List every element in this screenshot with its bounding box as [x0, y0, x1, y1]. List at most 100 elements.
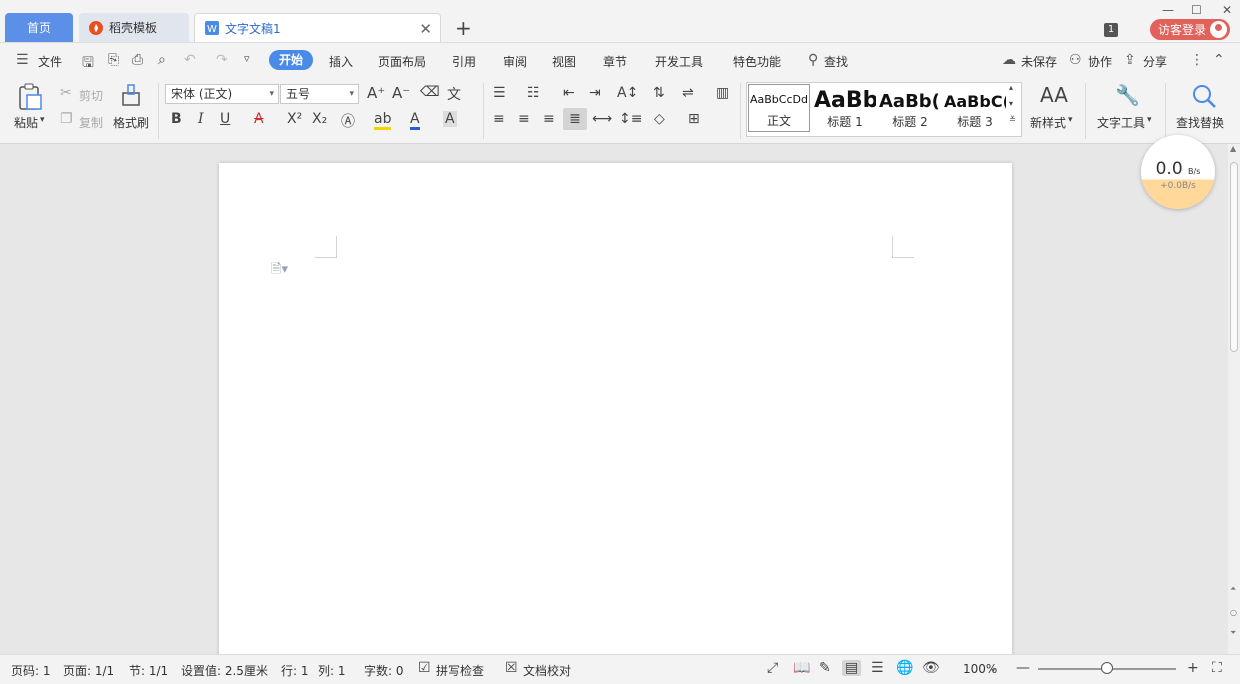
- search-icon[interactable]: ⚲: [808, 52, 818, 68]
- subscript-icon[interactable]: X₂: [312, 111, 327, 127]
- highlight-icon[interactable]: ab: [374, 111, 392, 130]
- tab-chapter[interactable]: 章节: [603, 53, 627, 70]
- close-tab-icon[interactable]: ✕: [419, 20, 432, 38]
- collaborate-button[interactable]: 协作: [1088, 53, 1112, 70]
- restore-button[interactable]: ☐: [1191, 3, 1202, 17]
- next-page-icon[interactable]: ⏷: [1230, 628, 1236, 638]
- zoom-slider-handle[interactable]: [1101, 662, 1113, 674]
- document-page[interactable]: 🗎▾: [219, 163, 1012, 663]
- status-word-count[interactable]: 字数: 0: [364, 662, 404, 679]
- superscript-icon[interactable]: X²: [287, 111, 302, 127]
- print-icon[interactable]: ⎙: [132, 52, 143, 68]
- distribute-icon[interactable]: ⟷: [592, 111, 612, 127]
- paste-options-icon[interactable]: 🗎▾: [271, 260, 288, 282]
- tab-home[interactable]: 首页: [5, 13, 73, 42]
- share-button[interactable]: 分享: [1143, 53, 1167, 70]
- text-effect-icon[interactable]: Ⓐ: [341, 111, 355, 131]
- gallery-expand-icon[interactable]: ≚: [1009, 115, 1016, 124]
- outline-view-icon[interactable]: ☰: [871, 660, 884, 676]
- tab-document[interactable]: W 文字文稿1 ✕: [194, 13, 441, 42]
- borders-icon[interactable]: ⊞: [688, 111, 700, 127]
- page-view-icon[interactable]: ▤: [842, 660, 862, 676]
- new-style-dropdown-icon[interactable]: ▾: [1068, 115, 1073, 125]
- status-setting[interactable]: 设置值: 2.5厘米: [181, 662, 268, 679]
- text-direction-icon[interactable]: A↕: [617, 85, 638, 101]
- redo-icon[interactable]: ↷: [216, 52, 228, 68]
- style-normal[interactable]: AaBbCcDd 正文: [748, 84, 810, 132]
- justify-icon[interactable]: ≣: [563, 108, 587, 130]
- clear-format-icon[interactable]: ⌫: [420, 84, 440, 100]
- underline-icon[interactable]: U: [220, 111, 230, 127]
- tab-developer[interactable]: 开发工具: [655, 53, 703, 70]
- file-menu[interactable]: 文件: [38, 53, 62, 70]
- tab-references[interactable]: 引用: [452, 53, 476, 70]
- find-replace-button[interactable]: 查找替换: [1176, 114, 1224, 131]
- tab-start[interactable]: 开始: [269, 50, 313, 70]
- new-tab-button[interactable]: +: [455, 16, 472, 40]
- fullscreen-icon[interactable]: ⤢: [767, 660, 778, 676]
- decrease-indent-icon[interactable]: ⇤: [563, 85, 575, 101]
- line-spacing-icon[interactable]: ↕≡: [619, 111, 642, 127]
- tab-page-layout[interactable]: 页面布局: [378, 53, 426, 70]
- text-tools-button[interactable]: 文字工具: [1097, 114, 1145, 131]
- status-row[interactable]: 行: 1: [281, 662, 309, 679]
- scroll-up-icon[interactable]: ▲: [1230, 144, 1236, 153]
- tab-review[interactable]: 审阅: [503, 53, 527, 70]
- shrink-font-icon[interactable]: A⁻: [392, 84, 410, 102]
- print-preview-icon[interactable]: ⌕: [158, 52, 166, 68]
- proofread-button[interactable]: 文档校对: [523, 662, 571, 679]
- more-options-icon[interactable]: ⋮: [1190, 52, 1204, 68]
- save-icon[interactable]: 🖫: [82, 52, 94, 76]
- fit-page-icon[interactable]: ⛶: [1212, 660, 1222, 676]
- guest-login-button[interactable]: 访客登录: [1150, 19, 1230, 40]
- text-tools-dropdown-icon[interactable]: ▾: [1147, 115, 1152, 125]
- new-style-icon[interactable]: AA: [1040, 83, 1068, 107]
- columns-icon[interactable]: ▥: [716, 85, 729, 101]
- tab-view[interactable]: 视图: [552, 53, 576, 70]
- scroll-thumb[interactable]: [1230, 162, 1238, 352]
- tab-insert[interactable]: 插入: [329, 53, 353, 70]
- unsaved-status[interactable]: 未保存: [1021, 53, 1057, 70]
- copy-button[interactable]: 复制: [79, 114, 103, 131]
- gallery-up-icon[interactable]: ▴: [1009, 83, 1013, 92]
- increase-indent-icon[interactable]: ⇥: [589, 85, 601, 101]
- window-count-badge[interactable]: 1: [1104, 23, 1118, 37]
- new-style-button[interactable]: 新样式: [1030, 114, 1066, 131]
- collapse-ribbon-icon[interactable]: ⌃: [1213, 52, 1225, 68]
- format-painter-icon[interactable]: [120, 83, 142, 109]
- export-icon[interactable]: ⎘: [108, 52, 119, 68]
- customize-toolbar-icon[interactable]: ▿: [244, 52, 250, 65]
- strikethrough-icon[interactable]: A: [254, 111, 264, 127]
- phonetic-guide-icon[interactable]: 文: [447, 84, 461, 104]
- show-marks-icon[interactable]: ⇌: [682, 85, 694, 101]
- prev-page-icon[interactable]: ⏶: [1230, 584, 1236, 594]
- tab-features[interactable]: 特色功能: [733, 53, 781, 70]
- font-size-select[interactable]: 五号: [280, 84, 359, 104]
- style-heading-3[interactable]: AaBbC( 标题 3: [944, 84, 1006, 132]
- format-painter-button[interactable]: 格式刷: [113, 114, 149, 131]
- eye-protection-icon[interactable]: 👁: [922, 660, 940, 676]
- font-name-select[interactable]: 宋体 (正文): [165, 84, 279, 104]
- font-color-icon[interactable]: A: [410, 111, 420, 130]
- status-section[interactable]: 节: 1/1: [129, 662, 168, 679]
- style-heading-1[interactable]: AaBb 标题 1: [814, 84, 876, 132]
- undo-icon[interactable]: ↶: [184, 52, 196, 68]
- italic-icon[interactable]: I: [198, 111, 204, 127]
- status-pages[interactable]: 页面: 1/1: [63, 662, 114, 679]
- hamburger-icon[interactable]: ☰: [16, 52, 29, 68]
- paste-button[interactable]: 粘贴: [14, 114, 38, 131]
- char-shading-icon[interactable]: A: [443, 111, 457, 127]
- grow-font-icon[interactable]: A⁺: [367, 84, 385, 102]
- paste-icon[interactable]: [17, 83, 43, 111]
- paste-dropdown-icon[interactable]: ▾: [40, 115, 45, 125]
- zoom-dropdown-icon[interactable]: ▾: [991, 666, 995, 675]
- close-window-button[interactable]: ✕: [1222, 3, 1232, 17]
- spell-check-button[interactable]: 拼写检查: [436, 662, 484, 679]
- read-mode-icon[interactable]: 📖: [793, 660, 810, 676]
- tab-template[interactable]: 稻壳模板: [79, 13, 189, 42]
- cut-button[interactable]: 剪切: [79, 87, 103, 104]
- select-browse-icon[interactable]: ○: [1230, 608, 1237, 617]
- search-button[interactable]: 查找: [824, 53, 848, 70]
- zoom-out-icon[interactable]: —: [1016, 660, 1030, 676]
- shading-icon[interactable]: ◇: [654, 111, 665, 127]
